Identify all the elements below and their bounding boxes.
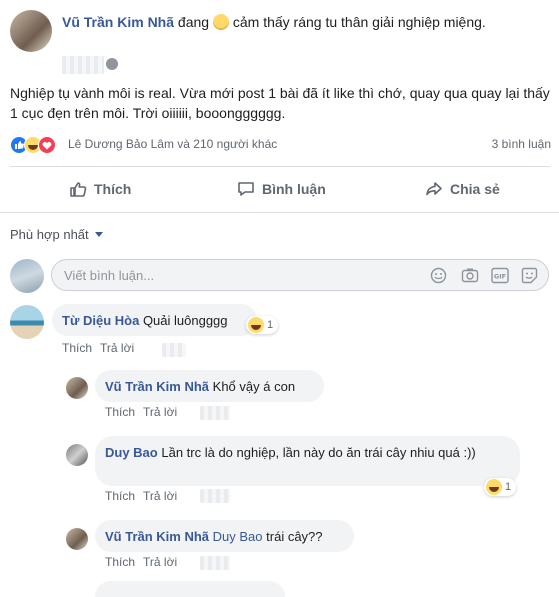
reply-text: Khổ vậy á con: [212, 379, 296, 394]
comment-author[interactable]: Từ Diệu Hòa: [62, 313, 139, 328]
reply-reaction-pill[interactable]: 1: [484, 478, 517, 496]
reply-mention[interactable]: Duy Bao: [213, 529, 263, 544]
camera-icon[interactable]: [461, 267, 479, 287]
reply-reply-link[interactable]: Trả lời: [143, 405, 177, 419]
status-verb: đang: [177, 14, 210, 30]
comment-count[interactable]: 3 bình luận: [492, 137, 551, 151]
reply-timestamp-blurred: [200, 406, 230, 420]
viewer-avatar: [10, 259, 44, 293]
post-timestamp-blurred: [62, 56, 104, 74]
haha-reaction-icon: [248, 317, 264, 333]
reply-author[interactable]: Duy Bao: [105, 445, 158, 460]
reply-reply-link[interactable]: Trả lời: [143, 489, 177, 503]
post-author-avatar[interactable]: [10, 10, 52, 52]
comment-text: Quải luôngggg: [142, 313, 228, 328]
share-button-label: Chia sẻ: [450, 181, 500, 197]
sort-dropdown[interactable]: Phù hợp nhất: [10, 227, 104, 242]
haha-reaction-icon: [486, 479, 502, 495]
gif-icon[interactable]: GIF: [491, 267, 509, 287]
reply-bubble: Duy Bao Lần trc là do nghiệp, lần này do…: [95, 436, 520, 486]
post-author-name[interactable]: Vũ Trần Kim Nhã: [62, 14, 174, 30]
reply-actions: Thích Trả lời: [105, 489, 185, 503]
reply-author[interactable]: Vũ Trần Kim Nhã: [105, 379, 209, 394]
reply-bubble: Vũ Trần Kim Nhã Khổ vậy á con: [95, 370, 324, 402]
caret-down-icon: [95, 232, 104, 237]
divider: [0, 212, 559, 213]
feeling-text: cảm thấy ráng tu thân giải nghiệp miệng.: [232, 14, 486, 30]
comment-reaction-pill[interactable]: 1: [246, 316, 279, 334]
divider: [10, 166, 550, 167]
post-header-line: Vũ Trần Kim Nhã đang cảm thấy ráng tu th…: [62, 12, 542, 32]
comment-actions: Thích Trả lời: [62, 341, 142, 355]
reply-like-link[interactable]: Thích: [105, 405, 135, 419]
comment-icon: [238, 182, 254, 196]
love-reaction-icon: [38, 136, 56, 154]
commenter-avatar[interactable]: [10, 305, 44, 339]
comment-button-label: Bình luận: [262, 181, 326, 197]
reaction-icons[interactable]: [10, 136, 65, 154]
reply-reaction-count: 1: [505, 481, 512, 493]
reply-author[interactable]: Vũ Trần Kim Nhã: [105, 529, 209, 544]
reply-reply-link[interactable]: Trả lời: [143, 555, 177, 569]
reactors-text[interactable]: Lê Dương Bảo Lâm và 210 người khác: [68, 137, 277, 151]
reply-timestamp-blurred: [200, 556, 230, 570]
reply-timestamp-blurred: [200, 489, 230, 503]
comment-input-placeholder: Viết bình luận...: [64, 268, 155, 283]
comment-timestamp-blurred: [162, 343, 186, 357]
like-button[interactable]: Thích: [68, 178, 131, 200]
comment-like-link[interactable]: Thích: [62, 341, 92, 355]
reply-like-link[interactable]: Thích: [105, 555, 135, 569]
like-button-label: Thích: [94, 181, 132, 197]
comment-bubble: Từ Diệu Hòa Quải luôngggg: [52, 304, 257, 336]
privacy-icon[interactable]: [106, 58, 118, 70]
reply-avatar[interactable]: [66, 377, 88, 399]
reply-bubble-partial: [95, 581, 285, 597]
emoji-icon[interactable]: [430, 267, 447, 287]
comment-input[interactable]: Viết bình luận... GIF: [51, 259, 549, 291]
reply-actions: Thích Trả lời: [105, 405, 185, 419]
comment-button[interactable]: Bình luận: [236, 178, 326, 200]
post-text: Nghiệp tụ vành môi is real. Vừa mới post…: [10, 85, 550, 121]
share-button[interactable]: Chia sẻ: [424, 178, 500, 200]
reply-text: Lần trc là do nghiệp, lần này do ăn trái…: [161, 445, 476, 460]
comment-reply-link[interactable]: Trả lời: [100, 341, 134, 355]
comment-reaction-count: 1: [267, 319, 274, 331]
share-icon: [426, 182, 442, 196]
reply-text: trái cây??: [266, 529, 323, 544]
sort-label: Phù hợp nhất: [10, 227, 89, 242]
thumbs-up-icon: [70, 182, 87, 197]
reply-avatar[interactable]: [66, 444, 88, 466]
reply-like-link[interactable]: Thích: [105, 489, 135, 503]
svg-text:GIF: GIF: [494, 273, 506, 281]
reply-avatar[interactable]: [66, 528, 88, 550]
reply-actions: Thích Trả lời: [105, 555, 185, 569]
sticker-icon[interactable]: [521, 267, 538, 287]
reply-bubble: Vũ Trần Kim Nhã Duy Bao trái cây??: [95, 520, 354, 552]
feeling-emoji-icon: [212, 14, 229, 30]
